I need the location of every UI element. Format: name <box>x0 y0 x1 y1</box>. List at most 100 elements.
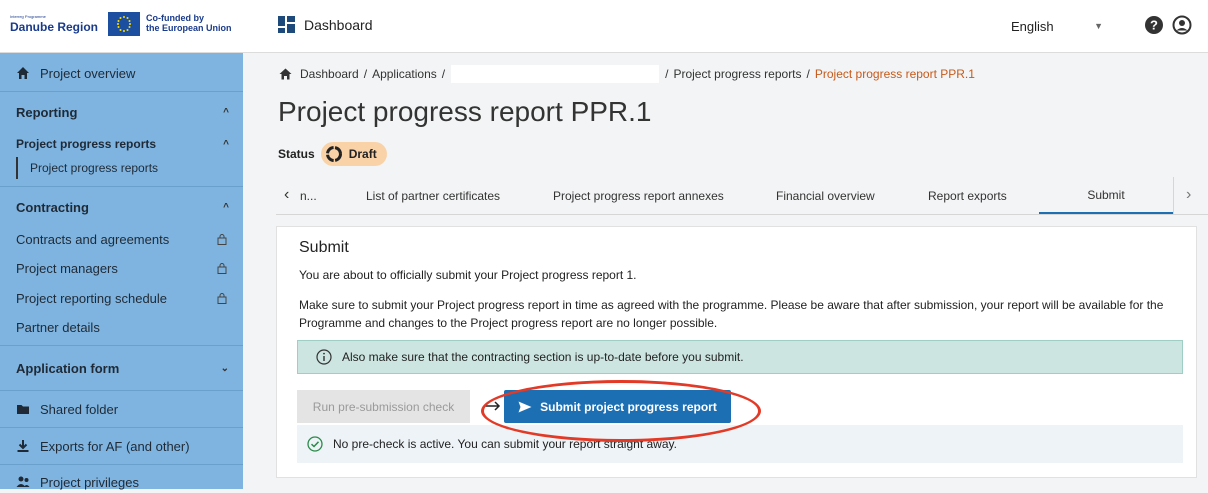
top-bar: Interreg Programme Danube Region Co-fund… <box>0 0 1208 53</box>
lock-icon <box>217 293 227 304</box>
sidebar-divider <box>0 345 243 346</box>
tab-label: List of partner certificates <box>366 188 501 203</box>
submit-intro-text: You are about to officially submit your … <box>299 268 637 282</box>
status-row: Status Draft <box>278 142 387 166</box>
breadcrumb-current: Project progress report PPR.1 <box>814 67 975 81</box>
home-icon <box>17 67 29 79</box>
tab-submit[interactable]: Submit <box>1039 177 1173 214</box>
users-icon <box>16 476 30 487</box>
dashboard-icon <box>278 16 295 33</box>
run-pre-submission-check-button[interactable]: Run pre-submission check <box>297 390 470 423</box>
sidebar-section-label: Application form <box>16 360 120 376</box>
sidebar-item-contracts-and-agreements[interactable]: Contracts and agreements <box>0 228 243 250</box>
submit-card: Submit You are about to officially submi… <box>276 226 1197 478</box>
info-alert: Also make sure that the contracting sect… <box>297 340 1183 374</box>
language-value: English <box>1011 18 1054 34</box>
draft-progress-icon <box>325 146 342 162</box>
breadcrumb-separator: / <box>441 67 446 81</box>
sidebar-item-partner-details[interactable]: Partner details <box>0 316 243 338</box>
sidebar-divider <box>0 91 243 92</box>
sidebar-divider <box>0 390 243 391</box>
info-icon <box>316 349 332 365</box>
sidebar-subitem-label: Project progress reports <box>30 161 159 175</box>
tab-label: Report exports <box>928 188 1007 203</box>
sidebar-item-label: Project privileges <box>40 474 139 490</box>
chevron-down-icon: ⌄ <box>220 362 229 374</box>
logo-region-text: Danube Region <box>10 20 99 34</box>
sidebar-divider <box>0 464 243 465</box>
sidebar-item-project-progress-reports[interactable]: Project progress reports ^ <box>0 133 243 155</box>
page-title: Project progress report PPR.1 <box>278 96 652 127</box>
chevron-up-icon: ^ <box>223 201 229 213</box>
submit-body-text: Make sure to submit your Project progres… <box>299 298 1164 330</box>
tab-annexes[interactable]: Project progress report annexes <box>553 177 753 214</box>
status-label: Status <box>278 147 315 161</box>
tab-divider <box>1173 177 1174 214</box>
logo-programme-text: Interreg Programme <box>10 14 46 19</box>
dashboard-label: Dashboard <box>304 16 373 33</box>
status-badge: Draft <box>320 142 387 166</box>
sidebar-item-label: Exports for AF (and other) <box>40 438 190 454</box>
sidebar-section-reporting[interactable]: Reporting ^ <box>0 101 243 123</box>
sidebar-item-project-managers[interactable]: Project managers <box>0 257 243 279</box>
caret-down-icon: ▼ <box>1094 21 1103 31</box>
sidebar-item-exports[interactable]: Exports for AF (and other) <box>0 435 243 457</box>
breadcrumb-dashboard[interactable]: Dashboard <box>300 67 359 81</box>
lock-icon <box>217 263 227 274</box>
sidebar-item-project-reporting-schedule[interactable]: Project reporting schedule <box>0 287 243 309</box>
tab-label: Submit <box>1087 187 1125 202</box>
tab-report-exports[interactable]: Report exports <box>928 177 1038 214</box>
user-account-icon[interactable] <box>1172 15 1192 35</box>
programme-logo[interactable]: Interreg Programme Danube Region Co-fund… <box>10 12 232 36</box>
tab-bar: ‹ n... List of partner certificates Proj… <box>276 177 1208 215</box>
sidebar-divider <box>0 186 243 187</box>
sidebar-item-project-overview[interactable]: Project overview <box>0 61 243 85</box>
sidebar-item-shared-folder[interactable]: Shared folder <box>0 398 243 420</box>
sidebar-divider <box>0 427 243 428</box>
sidebar-item-label: Project overview <box>40 65 136 81</box>
sidebar-section-label: Reporting <box>16 104 78 120</box>
breadcrumb-separator: / <box>665 67 669 81</box>
chevron-left-icon[interactable]: ‹ <box>284 186 289 204</box>
precheck-message: No pre-check is active. You can submit y… <box>297 425 1183 463</box>
sidebar-item-label: Partner details <box>16 319 100 335</box>
sidebar-item-label: Project managers <box>16 260 118 276</box>
breadcrumb: Dashboard / Applications / / Project pro… <box>279 65 975 83</box>
help-icon[interactable]: ? <box>1144 15 1164 35</box>
home-icon[interactable] <box>279 68 292 80</box>
lock-icon <box>217 234 227 245</box>
breadcrumb-separator: / <box>363 67 368 81</box>
chevron-up-icon: ^ <box>223 106 229 118</box>
sidebar-item-label: Project reporting schedule <box>16 290 168 306</box>
sidebar-item-label: Contracts and agreements <box>16 231 170 247</box>
dashboard-link[interactable]: Dashboard <box>278 16 373 33</box>
tab-financial-overview[interactable]: Financial overview <box>776 177 906 214</box>
sidebar-item-label: Project progress reports <box>16 137 157 151</box>
chevron-right-icon[interactable]: › <box>1186 186 1191 204</box>
eu-text-line2: the European Union <box>146 23 232 33</box>
tab-label: Financial overview <box>776 188 875 203</box>
sidebar-section-label: Contracting <box>16 199 89 215</box>
breadcrumb-redacted-project[interactable] <box>451 65 660 83</box>
language-select[interactable]: English ▼ <box>1011 15 1103 37</box>
download-icon <box>17 440 29 452</box>
sidebar-section-application-form[interactable]: Application form ⌄ <box>0 357 243 379</box>
tab-truncated[interactable]: n... <box>300 177 340 214</box>
sidebar-section-contracting[interactable]: Contracting ^ <box>0 196 243 218</box>
chevron-up-icon: ^ <box>223 138 229 150</box>
status-value: Draft <box>348 147 377 161</box>
tab-label: Project progress report annexes <box>553 188 724 203</box>
submit-card-title: Submit <box>299 239 349 256</box>
tab-label: n... <box>300 188 317 203</box>
breadcrumb-project-progress-reports[interactable]: Project progress reports <box>673 67 801 81</box>
info-alert-text: Also make sure that the contracting sect… <box>342 350 744 364</box>
sidebar-item-label: Shared folder <box>40 401 119 417</box>
sidebar-item-project-privileges[interactable]: Project privileges <box>0 471 243 493</box>
svg-text:?: ? <box>1150 18 1158 33</box>
eu-flag-icon <box>108 12 141 36</box>
folder-icon <box>17 405 29 414</box>
tab-partner-certificates[interactable]: List of partner certificates <box>366 177 536 214</box>
sidebar-subitem-project-progress-reports[interactable]: Project progress reports <box>16 157 243 179</box>
breadcrumb-separator: / <box>806 67 810 81</box>
breadcrumb-applications[interactable]: Applications <box>372 67 437 81</box>
